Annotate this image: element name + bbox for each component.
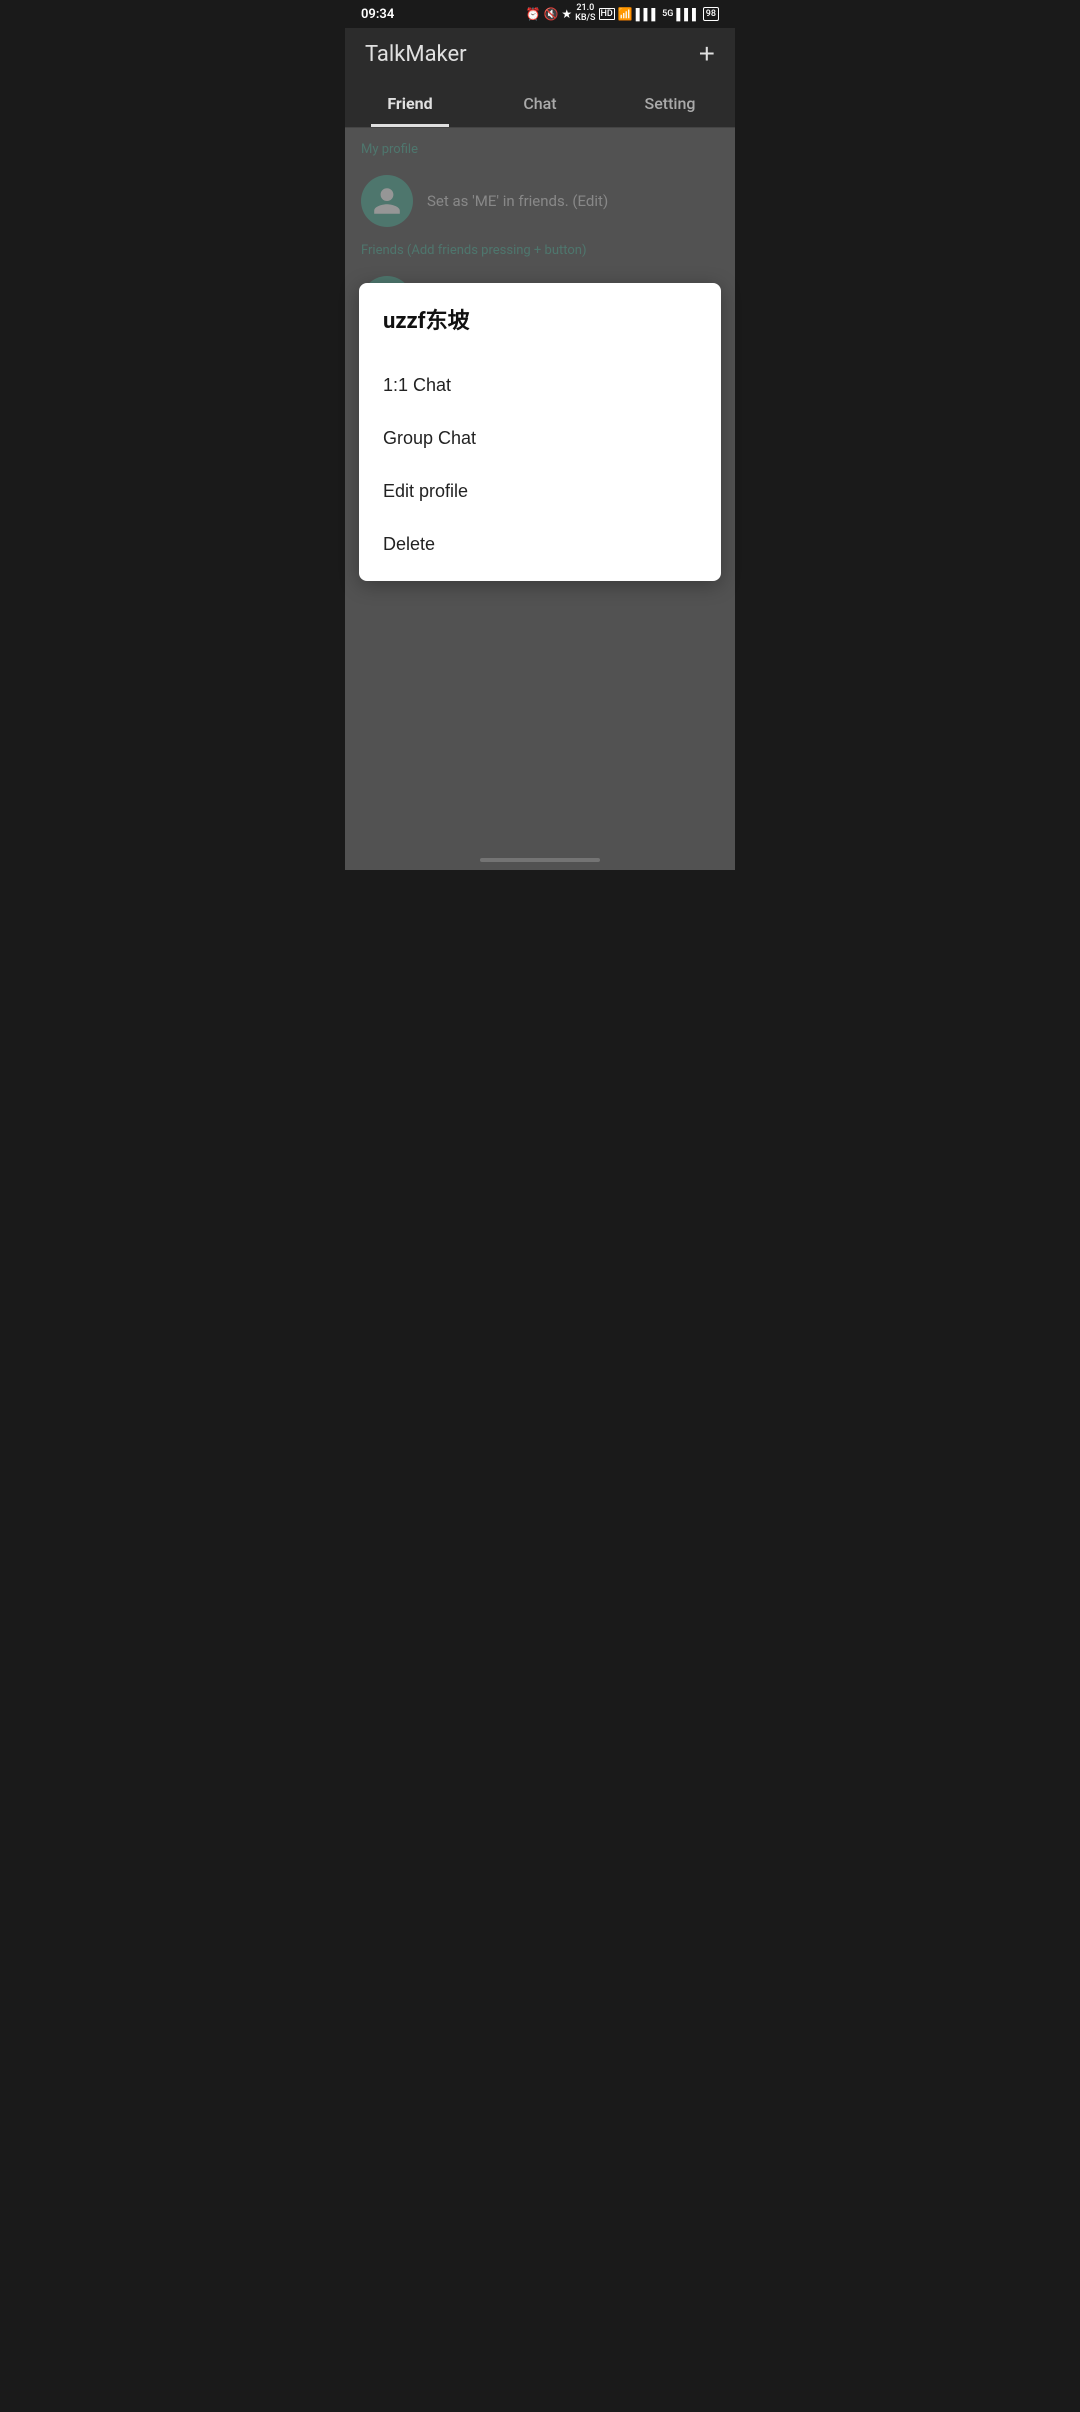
- data-speed: 21.0KB/S: [575, 4, 595, 24]
- status-bar: 09:34 ⏰ 🔇 ★ 21.0KB/S HD 📶 ▌▌▌ 5G ▌▌▌ 98: [345, 0, 735, 28]
- signal-5g-bars: ▌▌▌: [676, 8, 699, 21]
- main-content: My profile Set as 'ME' in friends. (Edit…: [345, 128, 735, 870]
- battery-level: 98: [706, 9, 716, 19]
- popup-username: uzzf东坡: [383, 303, 697, 335]
- tab-chat[interactable]: Chat: [475, 80, 605, 127]
- delete-button[interactable]: Delete: [383, 518, 697, 571]
- popup-menu: uzzf东坡 1:1 Chat Group Chat Edit profile …: [359, 283, 721, 581]
- battery-icon: 98: [703, 7, 719, 21]
- tab-bar: Friend Chat Setting: [345, 80, 735, 128]
- hd-badge: HD: [599, 8, 615, 20]
- status-time: 09:34: [361, 7, 394, 22]
- app-title: TalkMaker: [365, 42, 467, 67]
- alarm-icon: ⏰: [526, 7, 541, 21]
- mute-icon: 🔇: [543, 7, 558, 21]
- tab-setting[interactable]: Setting: [605, 80, 735, 127]
- edit-profile-button[interactable]: Edit profile: [383, 465, 697, 518]
- wifi-icon: 📶: [618, 7, 633, 21]
- bluetooth-icon: ★: [561, 7, 572, 21]
- group-chat-button[interactable]: Group Chat: [383, 412, 697, 465]
- signal-icon: ▌▌▌: [636, 8, 659, 21]
- signal-5g-icon: 5G: [662, 9, 673, 19]
- add-friend-button[interactable]: +: [699, 40, 715, 68]
- app-header: TalkMaker +: [345, 28, 735, 80]
- status-icons: ⏰ 🔇 ★ 21.0KB/S HD 📶 ▌▌▌ 5G ▌▌▌ 98: [526, 4, 720, 24]
- tab-friend[interactable]: Friend: [345, 80, 475, 127]
- one-on-one-chat-button[interactable]: 1:1 Chat: [383, 359, 697, 412]
